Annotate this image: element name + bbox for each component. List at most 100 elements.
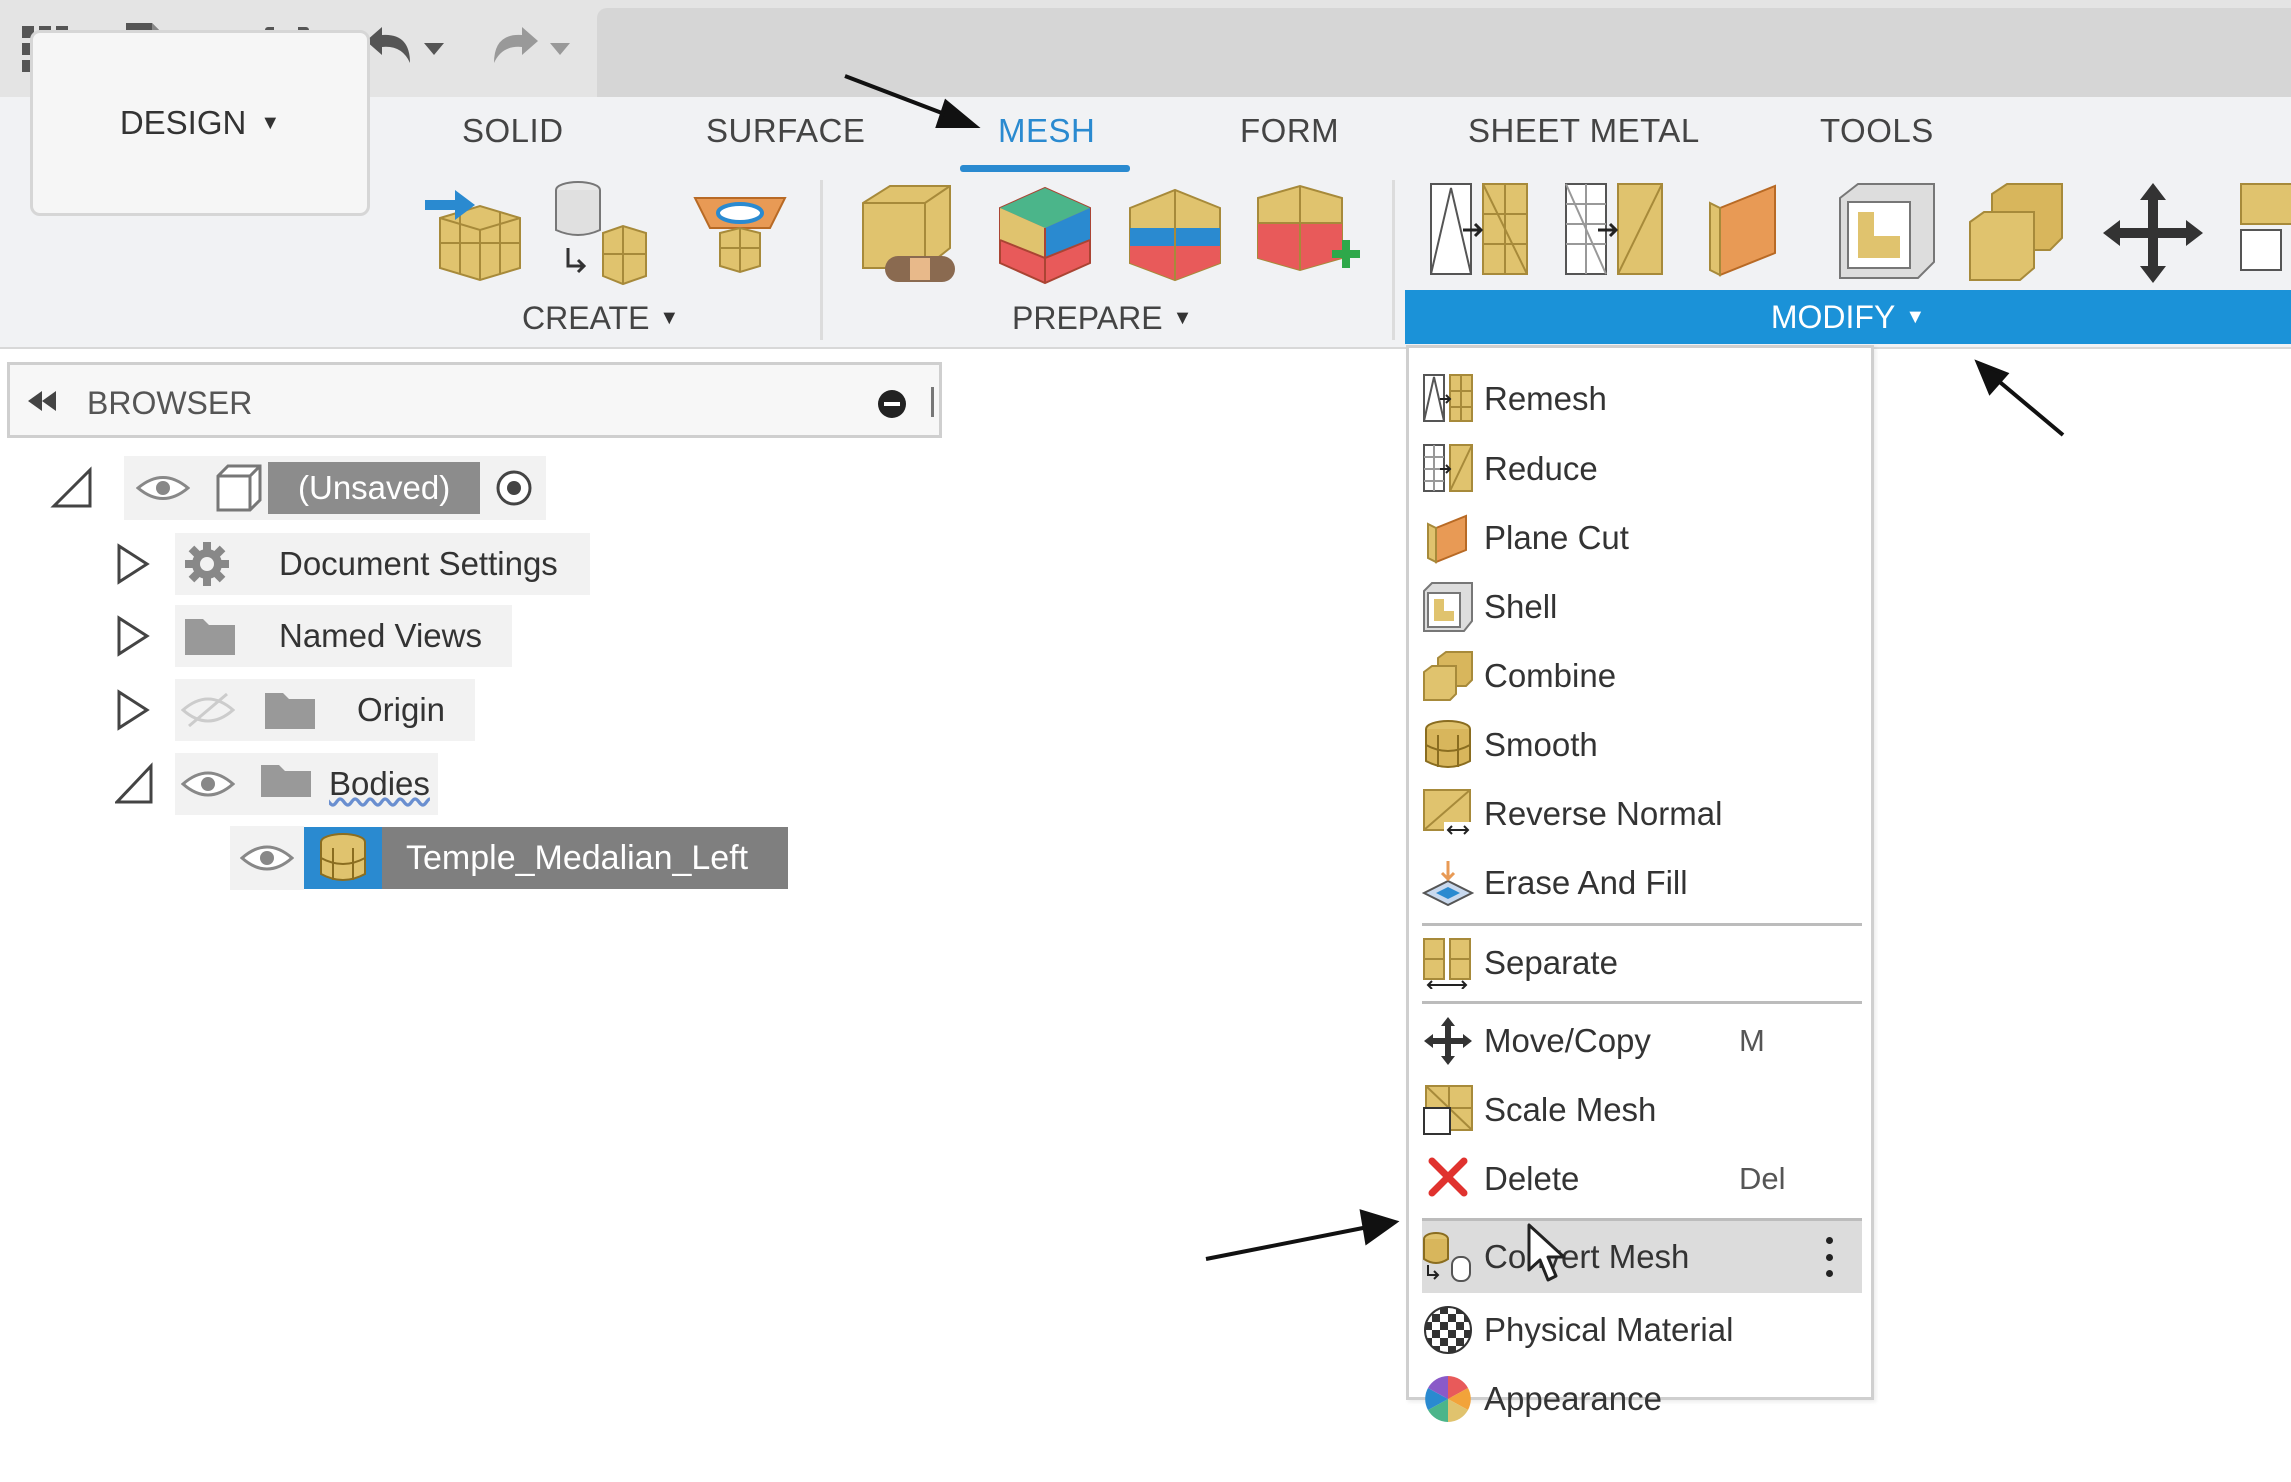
browser-title: BROWSER: [87, 385, 253, 421]
annotation-arrowhead: [1974, 359, 2010, 396]
plane-cut-icon[interactable]: [1695, 178, 1805, 288]
menu-item-shell[interactable]: Shell: [1422, 574, 1862, 640]
menu-item-label: Shell: [1484, 588, 1558, 625]
menu-item-label: Separate: [1484, 944, 1618, 981]
menu-item-scale-mesh[interactable]: Scale Mesh: [1422, 1077, 1862, 1143]
scale-mesh-icon[interactable]: [2235, 178, 2291, 288]
physical-material-icon: [1422, 1304, 1474, 1356]
menu-item-reverse-normal[interactable]: Reverse Normal: [1422, 781, 1862, 847]
menu-item-move-copy[interactable]: Move/Copy M: [1422, 1008, 1862, 1074]
menu-item-label: Scale Mesh: [1484, 1091, 1657, 1128]
tab-mesh[interactable]: MESH: [998, 112, 1095, 150]
tab-sheet-metal[interactable]: SHEET METAL: [1468, 112, 1700, 150]
tree-item-bodies[interactable]: Bodies: [115, 752, 438, 816]
undo-icon[interactable]: [362, 18, 457, 80]
redo-icon[interactable]: [488, 18, 583, 80]
collapsed-triangle-icon[interactable]: [115, 542, 151, 586]
tab-solid[interactable]: SOLID: [462, 112, 564, 150]
menu-item-shortcut: M: [1739, 1023, 1765, 1058]
menu-separator: [1422, 1001, 1862, 1004]
remesh-icon[interactable]: [1425, 178, 1535, 288]
menu-item-label: Erase And Fill: [1484, 864, 1688, 901]
menu-item-erase-and-fill[interactable]: Erase And Fill: [1421, 850, 1862, 916]
generate-face-groups-icon[interactable]: [990, 178, 1100, 288]
create-face-group-icon[interactable]: [685, 178, 795, 288]
combine-icon: [1422, 650, 1474, 702]
menu-item-label: Combine: [1484, 657, 1617, 694]
group-divider: [820, 180, 823, 340]
eye-icon[interactable]: [181, 768, 235, 800]
convert-mesh-icon: [1422, 1231, 1474, 1283]
convert-face-group-icon[interactable]: [1250, 178, 1360, 288]
menu-item-smooth[interactable]: Smooth: [1422, 712, 1862, 778]
more-options-icon[interactable]: [1826, 1237, 1834, 1277]
menu-item-label: Delete: [1484, 1160, 1580, 1197]
tree-item-named-views[interactable]: Named Views: [115, 604, 512, 668]
insert-mesh-icon[interactable]: [420, 178, 530, 288]
menu-item-label: Plane Cut: [1484, 519, 1629, 556]
tab-tools[interactable]: TOOLS: [1820, 112, 1934, 150]
gear-icon: [185, 542, 229, 586]
repair-icon[interactable]: [855, 178, 965, 288]
minimize-icon[interactable]: [877, 389, 907, 419]
modify-dropdown-menu: Remesh Reduce Plane Cut Shell Combine Sm…: [1406, 345, 1874, 1422]
body-name[interactable]: Temple_Medalian_Left: [382, 827, 789, 889]
reduce-icon[interactable]: [1560, 178, 1670, 288]
reduce-icon: [1422, 443, 1474, 495]
shell-icon[interactable]: [1830, 178, 1940, 288]
menu-item-plane-cut[interactable]: Plane Cut: [1422, 505, 1862, 571]
collapsed-triangle-icon[interactable]: [115, 614, 151, 658]
modify-group-button[interactable]: MODIFY ▼: [1405, 290, 2291, 344]
expanded-triangle-icon[interactable]: [115, 762, 155, 806]
tab-surface[interactable]: SURFACE: [706, 112, 865, 150]
menu-item-physical-material[interactable]: Physical Material: [1422, 1297, 1862, 1363]
scale-mesh-icon: [1422, 1084, 1474, 1136]
tab-form[interactable]: FORM: [1240, 112, 1339, 150]
appearance-icon: [1422, 1373, 1474, 1425]
create-label: CREATE: [522, 300, 650, 336]
activate-radio-icon[interactable]: [494, 468, 534, 508]
eye-icon[interactable]: [240, 842, 294, 874]
menu-separator: [1422, 923, 1862, 926]
menu-item-label: Smooth: [1484, 726, 1598, 763]
menu-item-delete[interactable]: Delete Del: [1422, 1146, 1862, 1212]
prepare-group-label[interactable]: PREPARE ▼: [1012, 300, 1192, 337]
tessellate-icon[interactable]: [548, 178, 658, 288]
tree-item-label: Named Views: [279, 617, 482, 654]
menu-item-appearance[interactable]: Appearance: [1422, 1366, 1862, 1432]
combine-face-groups-icon[interactable]: [1120, 178, 1230, 288]
folder-icon: [265, 693, 315, 729]
menu-item-shortcut: Del: [1739, 1161, 1786, 1196]
tree-item-document-settings[interactable]: Document Settings: [115, 532, 590, 596]
workspace-switcher[interactable]: DESIGN ▼: [30, 30, 370, 216]
tree-item-body-selected[interactable]: Temple_Medalian_Left: [230, 826, 789, 890]
tree-item-label: Origin: [357, 691, 446, 728]
tree-item-origin[interactable]: Origin: [115, 678, 476, 742]
eye-icon[interactable]: [136, 473, 190, 503]
menu-item-remesh[interactable]: Remesh: [1422, 366, 1862, 432]
tree-item-label: Document Settings: [279, 545, 558, 582]
root-component-name[interactable]: (Unsaved): [268, 462, 481, 514]
menu-item-reduce[interactable]: Reduce: [1422, 436, 1862, 502]
separate-icon: [1422, 937, 1474, 990]
eye-hidden-icon[interactable]: [181, 690, 235, 730]
reverse-normal-icon: [1422, 788, 1474, 840]
menu-item-convert-mesh[interactable]: Convert Mesh: [1422, 1221, 1862, 1293]
menu-item-label: Reverse Normal: [1484, 795, 1723, 832]
create-group-label[interactable]: CREATE ▼: [522, 300, 679, 337]
tree-root[interactable]: (Unsaved): [50, 456, 547, 520]
collapsed-triangle-icon[interactable]: [115, 688, 151, 732]
expanded-triangle-icon[interactable]: [50, 466, 94, 510]
mesh-body-icon-bg: [304, 827, 382, 889]
document-tab[interactable]: [597, 8, 2291, 97]
move-copy-icon[interactable]: [2098, 178, 2208, 288]
menu-item-combine[interactable]: Combine: [1422, 643, 1862, 709]
menu-item-separate[interactable]: Separate: [1422, 930, 1862, 996]
pin-icon[interactable]: [931, 387, 934, 417]
bodies-row-bg: Bodies: [175, 753, 438, 815]
prepare-label: PREPARE: [1012, 300, 1163, 336]
annotation-arrow-modify: [1993, 376, 2065, 437]
combine-icon[interactable]: [1962, 178, 2072, 288]
mouse-cursor-icon: [1527, 1223, 1566, 1282]
collapse-panel-icon[interactable]: [24, 389, 60, 413]
